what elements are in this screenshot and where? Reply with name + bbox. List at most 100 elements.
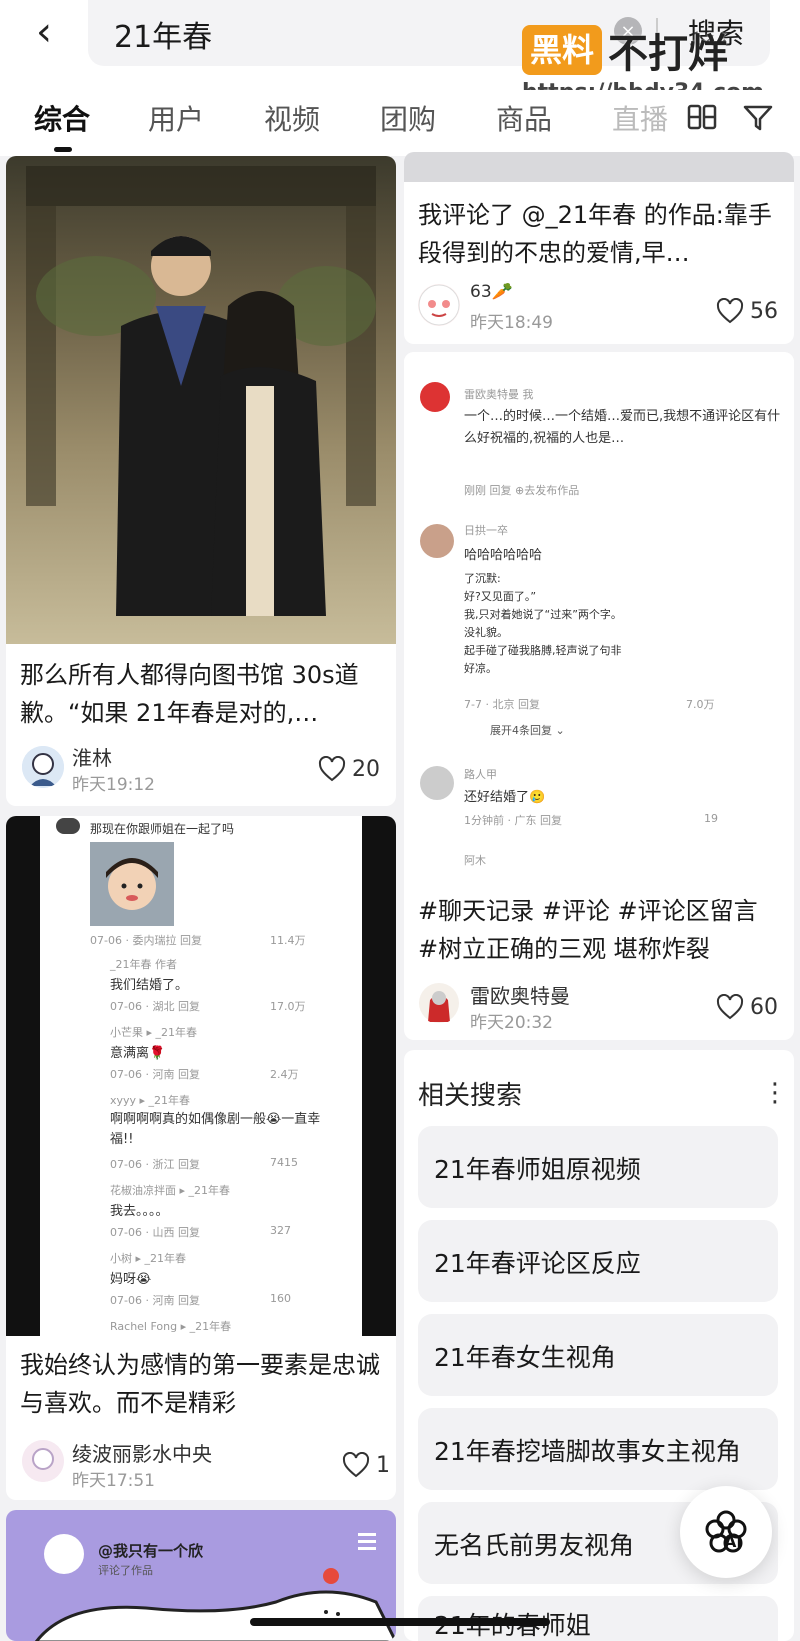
card-title: 那么所有人都得向图书馆 30s道歉。“如果 21年春是对的,… [20, 661, 359, 727]
like-button[interactable]: 1 [342, 1452, 390, 1478]
comment-screenshot-frame: 那现在你跟师姐在一起了吗 07-06 · 委内瑞拉 回复 11.4万 _21年春… [6, 816, 396, 1336]
tab-videos[interactable]: 视频 [264, 98, 320, 138]
comment-author: 路人甲 [464, 768, 497, 781]
avatar-illustration [22, 746, 64, 788]
comment-meta: 7-7 · 北京 回复 [464, 698, 540, 711]
post-time: 昨天18:49 [470, 313, 553, 333]
avatar-illustration [419, 983, 459, 1023]
related-search-label: 无名氏前男友视角 [434, 1531, 635, 1560]
avatar [420, 766, 454, 800]
avatar-illustration [22, 1440, 64, 1482]
watermark: 黑料 不打烊 [522, 24, 729, 77]
comment-text: 妈呀😭 [110, 1272, 152, 1287]
comment-meta: 07-06 · 河南 回复 [110, 1068, 200, 1081]
related-search-label: 21年春评论区反应 [434, 1249, 641, 1278]
result-card-4[interactable]: 雷欧奥特曼 我 一个…的时候…一个结婚…爱而已,我想不通评论区有什么好祝福的,祝… [404, 352, 794, 1040]
author-name[interactable]: 63🥕 [470, 282, 513, 302]
graduation-photo [6, 156, 396, 644]
comment-meta: 07-06 · 山西 回复 [110, 1226, 200, 1239]
like-button[interactable]: 20 [318, 756, 380, 782]
comment-text: 哈哈哈哈哈哈 [464, 548, 543, 563]
comment-text: 我去。。。。 [110, 1204, 169, 1219]
layout-toggle-icon[interactable] [686, 102, 718, 134]
comment-text: 啊啊啊啊真的如偶像剧一般😭一直幸福!! [110, 1112, 321, 1147]
photo-illustration [26, 166, 376, 616]
tab-overall[interactable]: 综合 [34, 98, 90, 138]
tab-group-buy[interactable]: 团购 [380, 98, 436, 138]
related-search-item[interactable]: 21年春师姐原视频 [418, 1126, 778, 1208]
chevron-left-icon: ‹ [36, 9, 52, 55]
heart-icon [318, 756, 346, 782]
avatar [418, 284, 460, 326]
like-button[interactable]: 56 [716, 298, 778, 324]
comment-author: _21年春 作者 [110, 958, 177, 971]
like-count: 1 [376, 1452, 390, 1478]
comment-author: 雷欧奥特曼 我 [464, 388, 534, 401]
comment-text: 我们结婚了。 [110, 978, 189, 993]
card-title: 我评论了 @_21年春 的作品:靠手段得到的不忠的爱情,早… [418, 201, 772, 267]
ai-label: AI [724, 1532, 743, 1551]
comment-screenshot: 那现在你跟师姐在一起了吗 07-06 · 委内瑞拉 回复 11.4万 _21年春… [40, 816, 362, 1336]
comment-meta: 刚刚 回复 ⊕去发布作品 [464, 484, 580, 497]
comment-likes: 7415 [270, 1156, 298, 1169]
result-card-1[interactable]: 那么所有人都得向图书馆 30s道歉。“如果 21年春是对的,… 淮林 昨天19:… [6, 156, 396, 806]
card-image-strip [404, 152, 794, 182]
tab-bar: 综合 用户 视频 团购 商品 直播 [0, 90, 800, 156]
comment-likes: 160 [270, 1292, 291, 1305]
watermark-text: 不打烊 [608, 31, 729, 77]
comment-likes: 2.4万 [270, 1068, 299, 1081]
ai-assistant-button[interactable]: AI [680, 1486, 772, 1578]
avatar [420, 524, 454, 558]
menu-icon[interactable] [356, 1530, 378, 1552]
child-photo [90, 842, 174, 926]
comment-meta: 07-06 · 河南 回复 [110, 1294, 200, 1307]
card-title: #聊天记录 #评论 #评论区留言 #树立正确的三观 堪称炸裂 [418, 897, 758, 963]
result-card-2[interactable]: 我评论了 @_21年春 的作品:靠手段得到的不忠的爱情,早… 63🥕 昨天18:… [404, 152, 794, 344]
avatar-icon [56, 818, 80, 834]
active-tab-indicator [54, 147, 72, 152]
related-search-item[interactable]: 21年春女生视角 [418, 1314, 778, 1396]
like-count: 56 [750, 298, 778, 324]
tab-users[interactable]: 用户 [148, 98, 204, 138]
filter-icon[interactable] [742, 102, 774, 134]
comment-likes: 17.0万 [270, 1000, 306, 1013]
comment-author: 阿木 [464, 854, 486, 867]
related-search-label: 21年春挖墙脚故事女主视角 [434, 1437, 741, 1466]
cartoon-illustration [34, 1568, 396, 1641]
like-button[interactable]: 60 [716, 994, 778, 1020]
comment-quote: 了沉默: 好?又见面了。” 我,只对着她说了“过来”两个字。 没礼貌。 起手碰了… [464, 572, 622, 675]
avatar [22, 746, 64, 788]
comment-meta: 07-06 · 浙江 回复 [110, 1158, 200, 1171]
card-title: 我始终认为感情的第一要素是忠诚与喜欢。而不是精彩 [20, 1351, 380, 1417]
heart-icon [716, 298, 744, 324]
more-icon[interactable]: ⋮ [762, 1078, 788, 1108]
home-indicator[interactable] [250, 1618, 550, 1626]
like-count: 60 [750, 994, 778, 1020]
related-search-label: 21年春师姐原视频 [434, 1155, 641, 1184]
comment-likes: 327 [270, 1224, 291, 1237]
expand-replies: 展开4条回复 ⌄ [490, 724, 565, 737]
comment-author: xyyy ▸ _21年春 [110, 1094, 191, 1107]
back-button[interactable]: ‹ [22, 6, 66, 58]
tab-products[interactable]: 商品 [496, 98, 552, 138]
comment-meta: 07-06 · 湖北 回复 [110, 1000, 200, 1013]
comment-text: 一个…的时候…一个结婚…爱而已,我想不通评论区有什么好祝福的,祝福的人也是… [464, 409, 781, 446]
author-name[interactable]: 雷欧奥特曼 [470, 980, 570, 1009]
author-name: @我只有一个欣 [98, 1542, 204, 1560]
heart-icon [342, 1452, 370, 1478]
watermark-badge: 黑料 [522, 25, 603, 75]
search-query: 21年春 [114, 20, 213, 55]
related-search-item[interactable]: 21年春评论区反应 [418, 1220, 778, 1302]
author-name[interactable]: 绫波丽影水中央 [72, 1438, 212, 1467]
tab-live[interactable]: 直播 [612, 98, 668, 138]
post-time: 昨天17:51 [72, 1471, 155, 1491]
like-count: 20 [352, 756, 380, 782]
child-illustration [90, 842, 174, 926]
comment-header: 那现在你跟师姐在一起了吗 [90, 822, 235, 836]
related-search-item[interactable]: 21年春挖墙脚故事女主视角 [418, 1408, 778, 1490]
result-card-3[interactable]: 那现在你跟师姐在一起了吗 07-06 · 委内瑞拉 回复 11.4万 _21年春… [6, 816, 396, 1500]
comment-likes: 19 [704, 812, 718, 825]
author-name[interactable]: 淮林 [72, 742, 112, 771]
post-time: 昨天20:32 [470, 1013, 553, 1033]
comment-text: 还好结婚了🥲 [464, 790, 546, 805]
